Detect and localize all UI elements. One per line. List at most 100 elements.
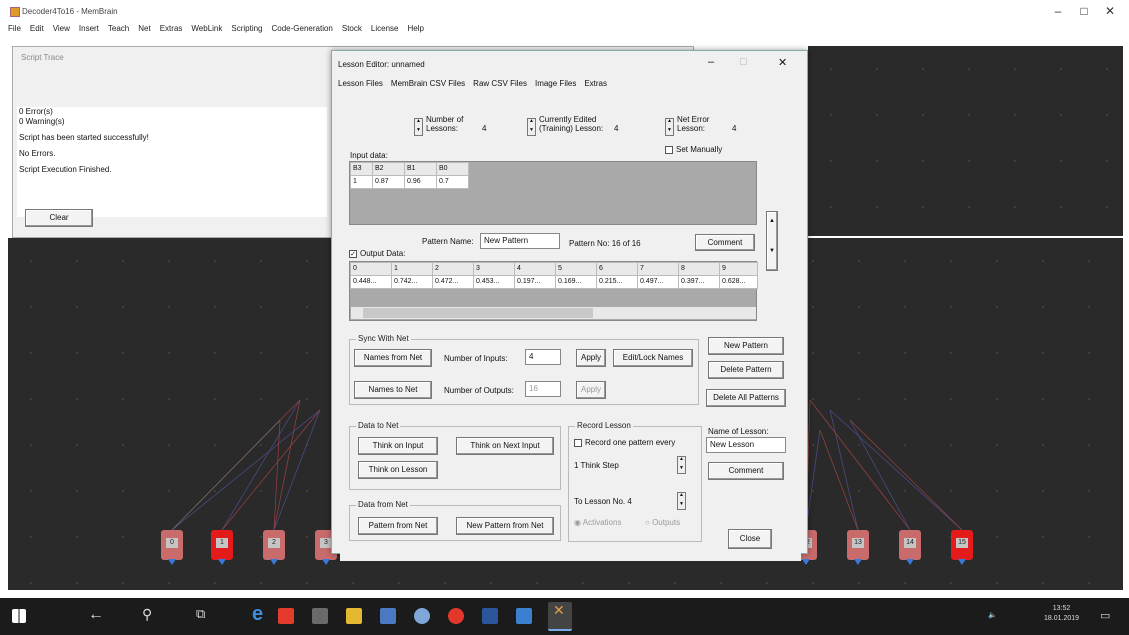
- grid-header[interactable]: 7: [637, 262, 679, 276]
- outputs-radio[interactable]: ○ Outputs: [645, 518, 680, 527]
- membrain-icon[interactable]: ✕: [548, 602, 572, 631]
- grid-cell[interactable]: 0.472...: [432, 275, 474, 289]
- think-on-lesson-button[interactable]: Think on Lesson: [358, 461, 438, 479]
- windows-start-icon[interactable]: [12, 609, 26, 623]
- grid-header[interactable]: 6: [596, 262, 638, 276]
- num-lessons-label: Number of Lessons:: [426, 115, 464, 133]
- output-node-2[interactable]: 2: [263, 530, 285, 565]
- editor-maximize-button[interactable]: □: [740, 56, 747, 68]
- grid-cell[interactable]: 0.87: [372, 175, 405, 189]
- grid-cell[interactable]: 0.448...: [350, 275, 392, 289]
- clock[interactable]: 13:52 18.01.2019: [1044, 604, 1079, 624]
- menu-raw-csv-files[interactable]: Raw CSV Files: [473, 79, 527, 88]
- net-error-lesson-value: 4: [732, 124, 737, 133]
- grid-cell[interactable]: 0.497...: [637, 275, 679, 289]
- log-line: No Errors.: [19, 149, 56, 158]
- log-line: 0 Warning(s): [19, 117, 65, 126]
- output-node-15[interactable]: 15: [951, 530, 973, 565]
- grid-cell[interactable]: 0.215...: [596, 275, 638, 289]
- scrollbar-thumb[interactable]: [363, 308, 593, 318]
- output-data-grid[interactable]: 0 1 2 3 4 5 6 7 8 9 0.448... 0.742... 0.…: [349, 261, 758, 321]
- num-inputs-label: Number of Inputs:: [444, 354, 508, 363]
- think-on-input-button[interactable]: Think on Input: [358, 437, 438, 455]
- app-icon[interactable]: [516, 608, 532, 624]
- file-explorer-icon[interactable]: [346, 608, 362, 624]
- pattern-scroller[interactable]: ▲ ▼: [766, 211, 778, 271]
- task-view-icon[interactable]: ⧉: [196, 606, 205, 622]
- output-data-checkbox[interactable]: ✓ Output Data:: [349, 249, 405, 258]
- notifications-icon[interactable]: ▭: [1100, 609, 1110, 622]
- menu-extras[interactable]: Extras: [584, 79, 607, 88]
- search-icon[interactable]: ⚲: [142, 606, 152, 623]
- grid-cell[interactable]: 0.96: [404, 175, 437, 189]
- grid-header[interactable]: 2: [432, 262, 474, 276]
- edge-icon[interactable]: e: [252, 603, 263, 626]
- volume-icon[interactable]: 🔈: [988, 611, 997, 619]
- grid-header[interactable]: B0: [436, 162, 469, 176]
- num-inputs-input[interactable]: 4: [525, 349, 561, 365]
- menu-membrain-csv-files[interactable]: MemBrain CSV Files: [391, 79, 465, 88]
- grid-cell[interactable]: 0.742...: [391, 275, 433, 289]
- pattern-name-input[interactable]: New Pattern: [480, 233, 560, 249]
- editor-minimize-button[interactable]: –: [708, 56, 714, 68]
- current-lesson-spinner[interactable]: [527, 118, 536, 136]
- paint-icon[interactable]: [414, 608, 430, 624]
- grid-header[interactable]: B3: [350, 162, 373, 176]
- think-step-spinner[interactable]: [677, 456, 686, 474]
- names-from-net-button[interactable]: Names from Net: [354, 349, 432, 367]
- num-lessons-spinner[interactable]: [414, 118, 423, 136]
- name-of-lesson-input[interactable]: New Lesson: [706, 437, 786, 453]
- grid-cell[interactable]: 0.7: [436, 175, 469, 189]
- output-node-13[interactable]: 13: [847, 530, 869, 565]
- to-lesson-spinner[interactable]: [677, 492, 686, 510]
- grid-header[interactable]: 0: [350, 262, 392, 276]
- grid-header[interactable]: 3: [473, 262, 515, 276]
- edit-lock-names-button[interactable]: Edit/Lock Names: [613, 349, 693, 367]
- delete-all-patterns-button[interactable]: Delete All Patterns: [706, 389, 786, 407]
- grid-header[interactable]: 9: [719, 262, 758, 276]
- close-editor-button[interactable]: Close: [728, 529, 772, 549]
- output-node-1[interactable]: 1: [211, 530, 233, 565]
- set-manually-checkbox[interactable]: Set Manually: [665, 145, 722, 154]
- menu-lesson-files[interactable]: Lesson Files: [338, 79, 383, 88]
- output-node-0[interactable]: 0: [161, 530, 183, 565]
- delete-pattern-button[interactable]: Delete Pattern: [708, 361, 784, 379]
- names-to-net-button[interactable]: Names to Net: [354, 381, 432, 399]
- grid-header[interactable]: B2: [372, 162, 405, 176]
- yandex-icon[interactable]: [278, 608, 294, 624]
- clear-button[interactable]: Clear: [25, 209, 93, 227]
- input-data-grid[interactable]: B3 B2 B1 B0 1 0.87 0.96 0.7: [349, 161, 757, 225]
- num-outputs-input[interactable]: 16: [525, 381, 561, 397]
- horizontal-scrollbar[interactable]: [351, 307, 756, 319]
- grid-cell[interactable]: 0.397...: [678, 275, 720, 289]
- terminal-icon[interactable]: [312, 608, 328, 624]
- grid-cell[interactable]: 0.628...: [719, 275, 758, 289]
- grid-header[interactable]: B1: [404, 162, 437, 176]
- activations-radio[interactable]: ◉ Activations: [574, 518, 621, 527]
- grid-header[interactable]: 1: [391, 262, 433, 276]
- comment-button[interactable]: Comment: [695, 234, 755, 251]
- new-pattern-from-net-button[interactable]: New Pattern from Net: [456, 517, 554, 535]
- editor-close-button[interactable]: ✕: [778, 56, 787, 69]
- grid-cell[interactable]: 0.197...: [514, 275, 556, 289]
- think-on-next-input-button[interactable]: Think on Next Input: [456, 437, 554, 455]
- grid-header[interactable]: 8: [678, 262, 720, 276]
- new-pattern-button[interactable]: New Pattern: [708, 337, 784, 355]
- grid-cell[interactable]: 0.453...: [473, 275, 515, 289]
- notepad-icon[interactable]: [380, 608, 396, 624]
- back-arrow-icon[interactable]: ←: [88, 606, 104, 624]
- word-icon[interactable]: [482, 608, 498, 624]
- apply-inputs-button[interactable]: Apply: [576, 349, 606, 367]
- grid-cell[interactable]: 0.169...: [555, 275, 597, 289]
- pattern-from-net-button[interactable]: Pattern from Net: [358, 517, 438, 535]
- output-node-14[interactable]: 14: [899, 530, 921, 565]
- apply-outputs-button[interactable]: Apply: [576, 381, 606, 399]
- record-one-pattern-checkbox[interactable]: Record one pattern every: [574, 438, 675, 447]
- menu-image-files[interactable]: Image Files: [535, 79, 576, 88]
- grid-cell[interactable]: 1: [350, 175, 373, 189]
- chrome-icon[interactable]: [448, 608, 464, 624]
- grid-header[interactable]: 5: [555, 262, 597, 276]
- net-error-lesson-spinner[interactable]: [665, 118, 674, 136]
- lesson-comment-button[interactable]: Comment: [708, 462, 784, 480]
- grid-header[interactable]: 4: [514, 262, 556, 276]
